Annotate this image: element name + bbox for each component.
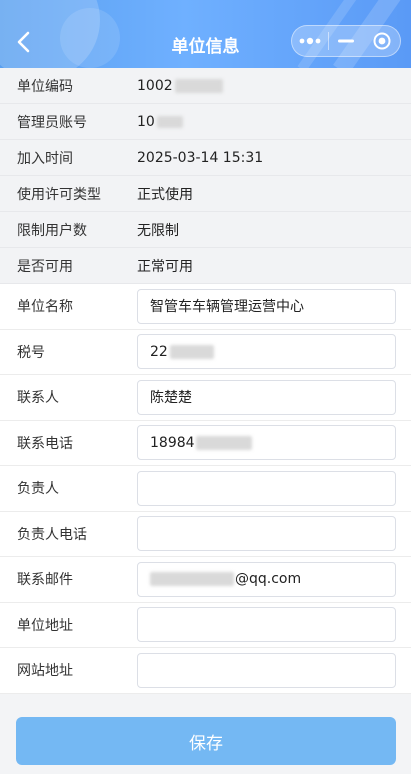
license-type-value: 正式使用: [137, 186, 193, 203]
masked-text: [150, 572, 234, 587]
form-row-contact: 联系人: [0, 375, 411, 421]
user-limit-value: 无限制: [137, 222, 179, 239]
admin-account-value: 10: [137, 113, 155, 130]
manager-phone-input[interactable]: [137, 516, 396, 552]
info-label: 限制用户数: [17, 222, 87, 239]
form-label: 联系邮件: [17, 572, 73, 589]
manager-input[interactable]: [137, 470, 396, 506]
masked-text: [195, 435, 252, 450]
info-label: 管理员账号: [17, 114, 87, 131]
save-button[interactable]: 保存: [16, 717, 396, 765]
contact-phone-value: 18984: [150, 434, 195, 451]
info-row-license-type: 使用许可类型 正式使用: [0, 176, 411, 212]
masked-text: [174, 78, 223, 93]
info-label: 是否可用: [17, 258, 73, 275]
form-row-manager: 负责人: [0, 466, 411, 512]
form-label: 负责人电话: [17, 526, 87, 543]
join-time-value: 2025-03-14 15:31: [137, 149, 264, 166]
form-row-address: 单位地址: [0, 602, 411, 648]
minimize-button[interactable]: [329, 26, 365, 56]
info-value: 1002: [137, 78, 223, 94]
minimize-icon: [338, 39, 355, 43]
contact-phone-input[interactable]: 18984: [137, 425, 396, 461]
more-button[interactable]: [292, 26, 328, 56]
form-row-tax-id: 税号 22: [0, 329, 411, 375]
unit-info-list: 单位编码 1002 管理员账号 10 加入时间 2025-03-14 15:31…: [0, 68, 411, 694]
form-label: 税号: [17, 344, 45, 361]
availability-value: 正常可用: [137, 258, 193, 275]
contact-input[interactable]: [137, 379, 396, 415]
info-label: 加入时间: [17, 150, 73, 167]
info-row-unit-code: 单位编码 1002: [0, 68, 411, 104]
website-input[interactable]: [137, 652, 396, 688]
mini-program-capsule: [291, 25, 401, 57]
app-header: 单位信息: [0, 0, 411, 68]
info-value: 10: [137, 114, 183, 130]
masked-text: [156, 115, 183, 128]
unit-code-value: 1002: [137, 77, 173, 94]
info-row-join-time: 加入时间 2025-03-14 15:31: [0, 140, 411, 176]
info-row-availability: 是否可用 正常可用: [0, 248, 411, 284]
address-input[interactable]: [137, 607, 396, 643]
info-label: 使用许可类型: [17, 186, 101, 203]
form-row-manager-phone: 负责人电话: [0, 511, 411, 557]
form-label: 单位名称: [17, 299, 73, 316]
footer-bar: 保存: [0, 700, 411, 774]
tax-id-value: 22: [150, 343, 168, 360]
close-button[interactable]: [364, 26, 400, 56]
form-label: 联系人: [17, 390, 59, 407]
form-label: 网站地址: [17, 663, 73, 680]
form-row-email: 联系邮件 @qq.com: [0, 557, 411, 603]
form-row-unit-name: 单位名称: [0, 284, 411, 330]
info-row-admin-account: 管理员账号 10: [0, 104, 411, 140]
target-close-icon: [373, 32, 391, 50]
info-row-user-limit: 限制用户数 无限制: [0, 212, 411, 248]
form-row-website: 网站地址: [0, 648, 411, 694]
form-label: 单位地址: [17, 617, 73, 634]
form-label: 负责人: [17, 481, 59, 498]
form-row-contact-phone: 联系电话 18984: [0, 420, 411, 466]
email-value: @qq.com: [235, 571, 302, 588]
unit-name-input[interactable]: [137, 288, 396, 324]
email-input[interactable]: @qq.com: [137, 561, 396, 597]
tax-id-input[interactable]: 22: [137, 334, 396, 370]
form-label: 联系电话: [17, 435, 73, 452]
info-label: 单位编码: [17, 78, 73, 95]
more-dots-icon: [299, 37, 321, 45]
masked-text: [169, 344, 214, 359]
